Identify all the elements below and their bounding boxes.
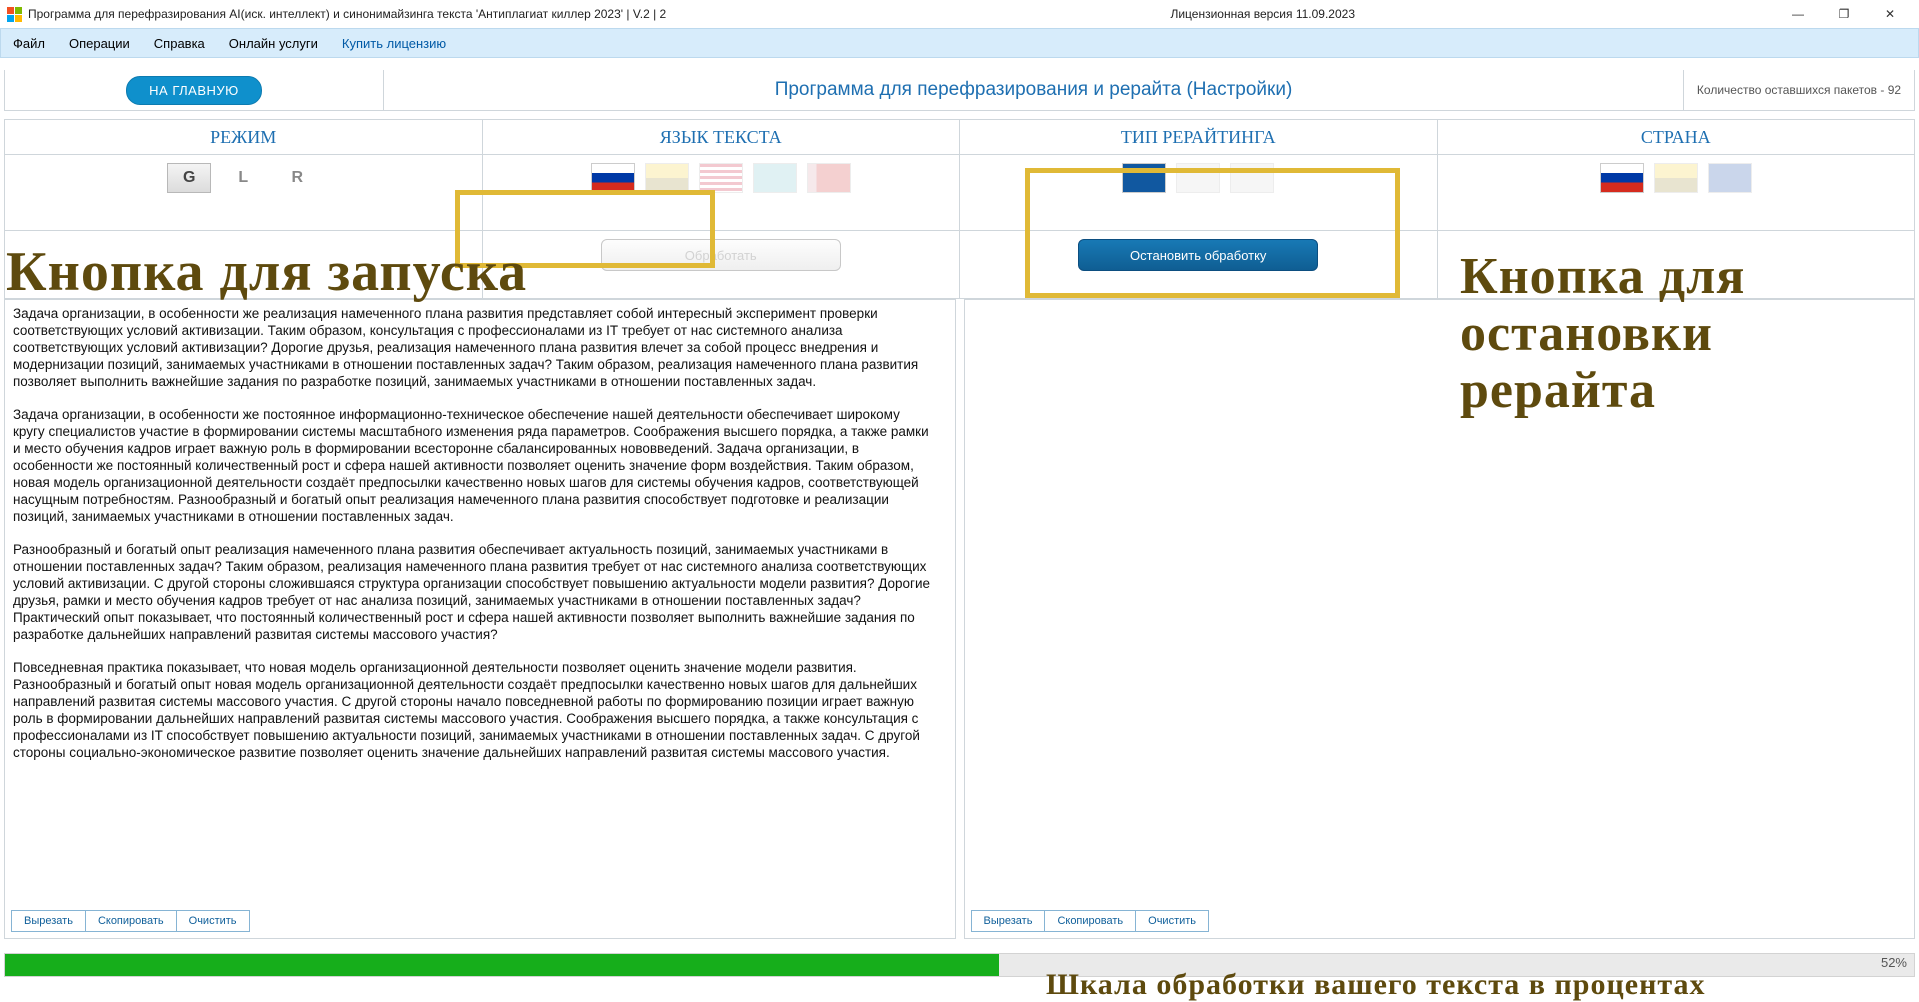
menu-buy-license[interactable]: Купить лицензию [330, 29, 458, 57]
rewrite-type-2-icon[interactable] [1176, 163, 1220, 193]
input-textarea[interactable] [5, 300, 955, 938]
window-title: Программа для перефразирования AI(иск. и… [28, 7, 666, 21]
header-lang: ЯЗЫК ТЕКСТА [482, 119, 960, 155]
mode-l[interactable]: L [221, 163, 265, 193]
menu-help[interactable]: Справка [142, 29, 217, 57]
close-button[interactable]: ✕ [1867, 0, 1913, 28]
country-eu-icon[interactable] [1708, 163, 1752, 193]
progress-percent: 52% [1881, 955, 1907, 970]
country-ua-icon[interactable] [1654, 163, 1698, 193]
input-panel: Вырезать Скопировать Очистить [4, 299, 956, 939]
column-headers: РЕЖИМ ЯЗЫК ТЕКСТА ТИП РЕРАЙТИНГА СТРАНА [4, 119, 1915, 155]
options-row: G L R [4, 155, 1915, 231]
flag-kz-icon[interactable] [753, 163, 797, 193]
flag-us-icon[interactable] [699, 163, 743, 193]
input-copy-button[interactable]: Скопировать [85, 910, 177, 932]
menu-operations[interactable]: Операции [57, 29, 142, 57]
page-title: Программа для перефразирования и рерайта… [384, 70, 1683, 110]
license-label: Лицензионная версия 11.09.2023 [1170, 7, 1355, 21]
header-country: СТРАНА [1437, 119, 1916, 155]
home-button[interactable]: НА ГЛАВНУЮ [126, 76, 262, 105]
progress-bar: 52% [4, 953, 1915, 977]
output-clear-button[interactable]: Очистить [1135, 910, 1209, 932]
window-titlebar: Программа для перефразирования AI(иск. и… [0, 0, 1919, 28]
input-cut-button[interactable]: Вырезать [11, 910, 86, 932]
rewrite-type-1-icon[interactable] [1122, 163, 1166, 193]
flag-ua-icon[interactable] [645, 163, 689, 193]
minimize-button[interactable]: — [1775, 0, 1821, 28]
header-mode: РЕЖИМ [4, 119, 482, 155]
lang-options [482, 155, 960, 231]
flag-by-icon[interactable] [807, 163, 851, 193]
output-copy-button[interactable]: Скопировать [1044, 910, 1136, 932]
menu-online[interactable]: Онлайн услуги [217, 29, 330, 57]
rewrite-type-3-icon[interactable] [1230, 163, 1274, 193]
country-options [1437, 155, 1916, 231]
input-clear-button[interactable]: Очистить [176, 910, 250, 932]
mode-g[interactable]: G [167, 163, 211, 193]
type-options [959, 155, 1437, 231]
output-panel: Вырезать Скопировать Очистить [964, 299, 1916, 939]
text-panels: Вырезать Скопировать Очистить Вырезать С… [4, 299, 1915, 939]
mode-r[interactable]: R [275, 163, 319, 193]
flag-ru-icon[interactable] [591, 163, 635, 193]
progress-fill [5, 954, 999, 976]
stop-button[interactable]: Остановить обработку [1078, 239, 1318, 271]
output-textarea[interactable] [965, 300, 1915, 938]
app-icon [6, 6, 22, 22]
top-strip: НА ГЛАВНУЮ Программа для перефразировани… [4, 70, 1915, 111]
packets-remaining: Количество оставшихся пакетов - 92 [1683, 70, 1914, 110]
process-button[interactable]: Обработать [601, 239, 841, 271]
action-row: Обработать Остановить обработку [4, 231, 1915, 299]
country-ru-icon[interactable] [1600, 163, 1644, 193]
maximize-button[interactable]: ❐ [1821, 0, 1867, 28]
menu-bar: Файл Операции Справка Онлайн услуги Купи… [0, 28, 1919, 58]
menu-file[interactable]: Файл [1, 29, 57, 57]
output-cut-button[interactable]: Вырезать [971, 910, 1046, 932]
header-type: ТИП РЕРАЙТИНГА [959, 119, 1437, 155]
mode-options: G L R [4, 155, 482, 231]
